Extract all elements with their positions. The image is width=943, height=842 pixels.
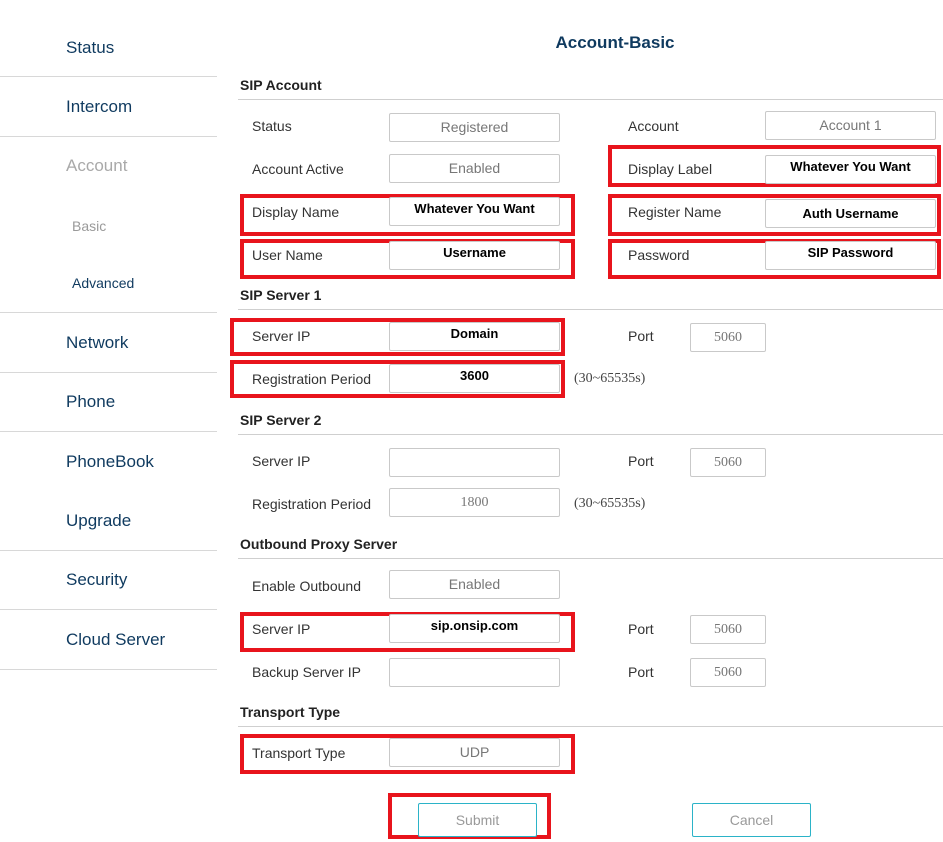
server-2-registration-period-input[interactable]: 1800	[389, 488, 560, 517]
port-label: Port	[628, 328, 654, 344]
sidebar-item-network[interactable]: Network	[0, 333, 217, 353]
sidebar-item-cloud-server[interactable]: Cloud Server	[0, 630, 217, 650]
display-name-label: Display Name	[252, 204, 340, 220]
sidebar-item-phonebook[interactable]: PhoneBook	[0, 452, 217, 472]
sidebar-divider	[0, 431, 217, 432]
server-1-port-input[interactable]: 5060	[690, 323, 766, 352]
display-label-label: Display Label	[628, 161, 713, 177]
section-title-sip-account: SIP Account	[240, 77, 322, 93]
server-1-registration-period-input[interactable]: 3600	[389, 364, 560, 393]
user-name-input[interactable]: Username	[389, 241, 560, 270]
outbound-port-input[interactable]: 5060	[690, 615, 766, 644]
registration-period-label: Registration Period	[252, 496, 372, 512]
sidebar-item-upgrade[interactable]: Upgrade	[0, 511, 217, 531]
register-name-input[interactable]: Auth Username	[765, 199, 936, 228]
port-label: Port	[628, 621, 654, 637]
registration-period-hint: (30~65535s)	[574, 496, 646, 511]
section-divider	[238, 726, 943, 727]
submit-button[interactable]: Submit	[418, 803, 537, 837]
status-label: Status	[252, 118, 292, 134]
outbound-server-ip-input[interactable]: sip.onsip.com	[389, 614, 560, 643]
section-title-transport-type: Transport Type	[240, 704, 341, 720]
display-name-input[interactable]: Whatever You Want	[389, 197, 560, 226]
sidebar: Status Intercom Account Basic Advanced N…	[0, 0, 217, 842]
section-title-sip-server-2: SIP Server 2	[240, 412, 322, 428]
sidebar-divider	[0, 312, 217, 313]
section-divider	[238, 309, 943, 310]
server-ip-label: Server IP	[252, 453, 311, 469]
sidebar-divider	[0, 609, 217, 610]
backup-server-ip-label: Backup Server IP	[252, 664, 361, 680]
account-active-label: Account Active	[252, 161, 344, 177]
section-divider	[238, 434, 943, 435]
account-active-select[interactable]: Enabled	[389, 154, 560, 183]
server-ip-label: Server IP	[252, 621, 311, 637]
server-1-ip-input[interactable]: Domain	[389, 322, 560, 351]
backup-server-ip-input[interactable]	[389, 658, 560, 687]
server-2-ip-input[interactable]	[389, 448, 560, 477]
section-divider	[238, 99, 943, 100]
server-ip-label: Server IP	[252, 328, 311, 344]
sidebar-divider	[0, 669, 217, 670]
register-name-label: Register Name	[628, 204, 722, 220]
cancel-button[interactable]: Cancel	[692, 803, 811, 837]
sidebar-subitem-advanced[interactable]: Advanced	[0, 275, 217, 291]
transport-type-label: Transport Type	[252, 745, 346, 761]
sidebar-item-phone[interactable]: Phone	[0, 392, 217, 412]
backup-port-input[interactable]: 5060	[690, 658, 766, 687]
password-input[interactable]: SIP Password	[765, 241, 936, 270]
password-label: Password	[628, 247, 690, 263]
account-label: Account	[628, 118, 679, 134]
sidebar-divider	[0, 372, 217, 373]
transport-type-select[interactable]: UDP	[389, 738, 560, 767]
user-name-label: User Name	[252, 247, 323, 263]
display-label-input[interactable]: Whatever You Want	[765, 155, 936, 184]
port-label: Port	[628, 664, 654, 680]
sidebar-subitem-basic[interactable]: Basic	[0, 218, 217, 234]
registration-period-label: Registration Period	[252, 371, 372, 387]
sidebar-item-intercom[interactable]: Intercom	[0, 97, 217, 117]
sidebar-item-status[interactable]: Status	[0, 38, 217, 58]
section-divider	[238, 558, 943, 559]
section-title-outbound-proxy: Outbound Proxy Server	[240, 536, 398, 552]
status-field: Registered	[389, 113, 560, 142]
sidebar-divider	[0, 136, 217, 137]
port-label: Port	[628, 453, 654, 469]
sidebar-item-security[interactable]: Security	[0, 570, 217, 590]
registration-period-hint: (30~65535s)	[574, 371, 646, 386]
sidebar-divider	[0, 550, 217, 551]
sidebar-item-account[interactable]: Account	[0, 156, 217, 176]
enable-outbound-select[interactable]: Enabled	[389, 570, 560, 599]
account-select[interactable]: Account 1	[765, 111, 936, 140]
page-title: Account-Basic	[555, 33, 675, 52]
server-2-port-input[interactable]: 5060	[690, 448, 766, 477]
sidebar-divider	[0, 76, 217, 77]
section-title-sip-server-1: SIP Server 1	[240, 287, 322, 303]
enable-outbound-label: Enable Outbound	[252, 578, 361, 594]
